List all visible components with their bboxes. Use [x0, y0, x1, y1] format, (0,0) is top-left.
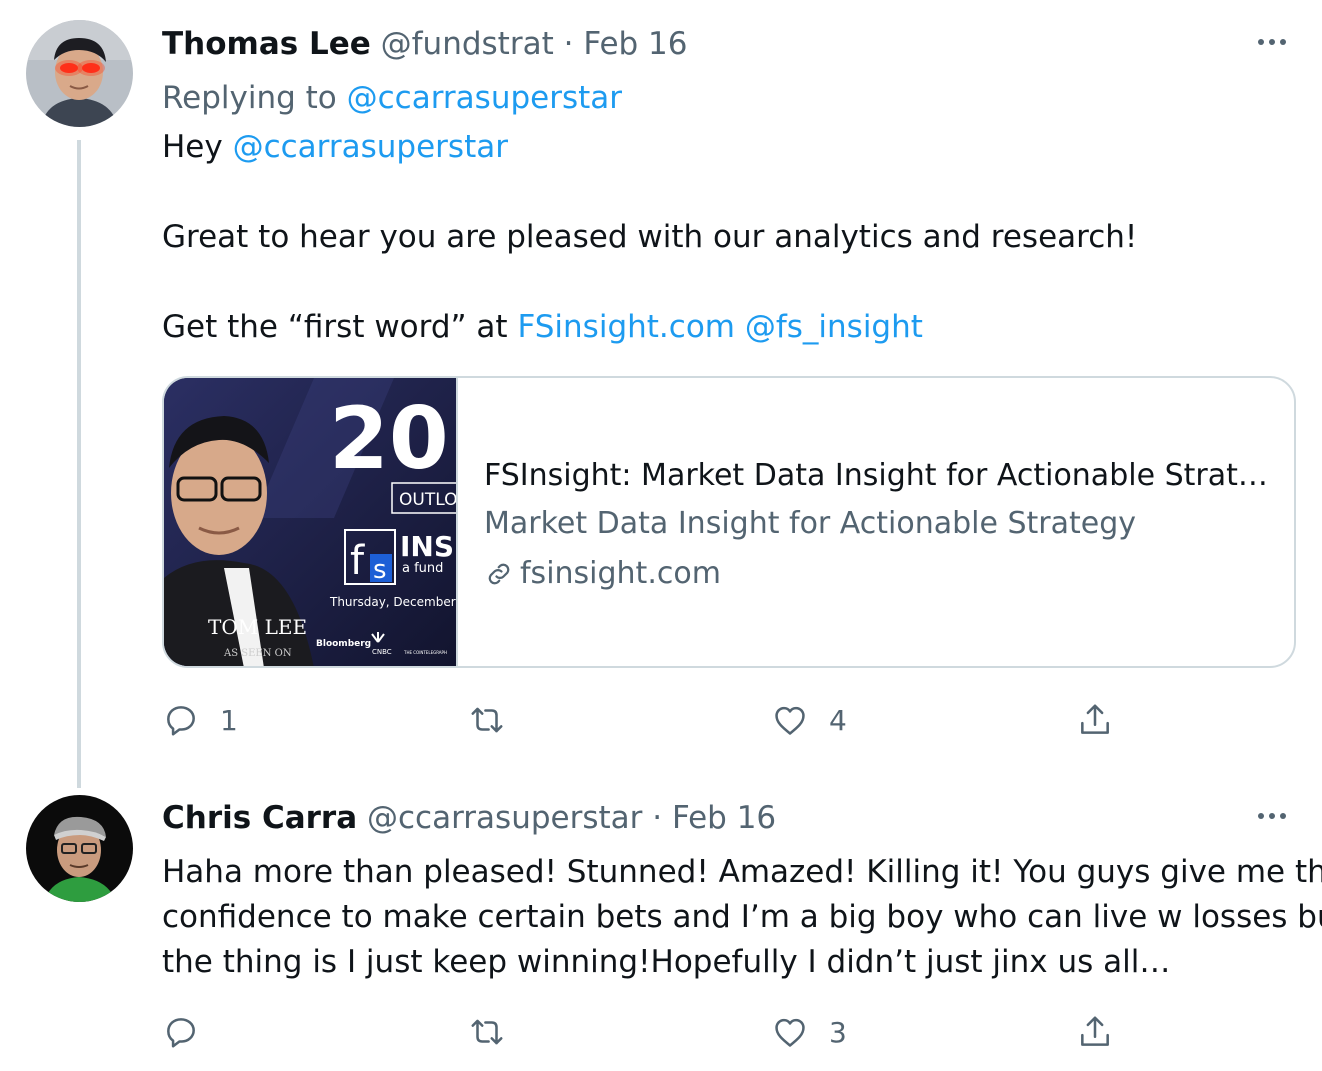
tweet-chris-carra[interactable]: Chris Carra @ccarrasuperstar · Feb 16 Ha… — [0, 770, 1322, 1071]
mention-link[interactable]: @fs_insight — [745, 309, 923, 345]
tweet-header: Chris Carra @ccarrasuperstar · Feb 16 — [162, 796, 776, 840]
replying-handle-link[interactable]: @ccarrasuperstar — [347, 80, 622, 116]
retweet-button[interactable] — [468, 1010, 526, 1054]
card-domain: fsinsight.com — [484, 549, 1284, 599]
tweet-text-line: Get the “first word” at FSinsight.com @f… — [162, 305, 923, 350]
tweet-text-line: the thing is I just keep winning!Hopeful… — [162, 944, 1171, 980]
tweet-header: Thomas Lee @fundstrat · Feb 16 — [162, 22, 688, 66]
card-domain-text: fsinsight.com — [520, 556, 721, 591]
tweet-text-line: Haha more than pleased! Stunned! Amazed!… — [162, 854, 1322, 890]
svg-text:s: s — [373, 555, 387, 585]
card-divider — [456, 378, 458, 666]
more-icon[interactable] — [1250, 32, 1294, 52]
separator-dot: · — [652, 800, 663, 836]
mention-link[interactable]: @ccarrasuperstar — [233, 129, 508, 165]
like-icon — [775, 706, 805, 735]
tweet-date[interactable]: Feb 16 — [583, 26, 687, 62]
card-image: 20 OUTLO f s INS a fund Thursday, Decemb… — [164, 378, 456, 666]
share-button[interactable] — [1076, 1010, 1114, 1054]
retweet-icon — [471, 707, 503, 733]
website-link[interactable]: FSinsight.com — [517, 309, 735, 345]
svg-text:f: f — [350, 538, 365, 584]
reply-button[interactable] — [162, 1010, 220, 1054]
tweet-thomas-lee[interactable]: Thomas Lee @fundstrat · Feb 16 Replying … — [0, 0, 1322, 788]
author-name[interactable]: Thomas Lee — [162, 26, 371, 62]
like-button[interactable]: 4 — [771, 698, 847, 742]
author-handle[interactable]: @ccarrasuperstar — [367, 800, 642, 836]
card-text: FSInsight: Market Data Insight for Actio… — [484, 453, 1284, 599]
card-image-media2: CNBC — [372, 648, 392, 656]
card-image-media1: Bloomberg — [316, 639, 371, 649]
avatar[interactable] — [26, 20, 133, 127]
author-handle[interactable]: @fundstrat — [381, 26, 554, 62]
link-card[interactable]: 20 OUTLO f s INS a fund Thursday, Decemb… — [162, 376, 1296, 668]
replying-to: Replying to @ccarrasuperstar — [162, 76, 622, 120]
thread-line — [77, 140, 81, 788]
tweet-text-line: Hey @ccarrasuperstar — [162, 125, 508, 170]
like-button[interactable]: 3 — [771, 1010, 847, 1054]
avatar-image — [26, 795, 133, 902]
card-image-big-number: 20 — [329, 389, 449, 489]
more-icon[interactable] — [1250, 806, 1294, 826]
like-icon — [775, 1018, 805, 1047]
share-button[interactable] — [1076, 698, 1114, 742]
tweet-text-line: confidence to make certain bets and I’m … — [162, 899, 1322, 935]
tweet-text: Haha more than pleased! Stunned! Amazed!… — [162, 850, 1322, 985]
retweet-icon — [471, 1019, 503, 1045]
card-image-person: TOM LEE — [208, 615, 307, 639]
card-image-seen-on: AS SEEN ON — [223, 648, 292, 659]
card-image-date: Thursday, December — [329, 595, 456, 609]
share-icon — [1081, 704, 1109, 734]
card-title[interactable]: FSInsight: Market Data Insight for Actio… — [484, 453, 1284, 499]
retweet-button[interactable] — [468, 698, 526, 742]
tweet-actions: 3 — [162, 1010, 1162, 1054]
tweet-date[interactable]: Feb 16 — [672, 800, 776, 836]
author-name[interactable]: Chris Carra — [162, 800, 357, 836]
reply-count: 1 — [220, 703, 238, 737]
replying-label: Replying to — [162, 80, 337, 116]
share-icon — [1081, 1016, 1109, 1046]
separator-dot: · — [563, 26, 574, 62]
card-image-brand: INS — [400, 530, 454, 563]
reply-icon — [167, 1018, 195, 1048]
card-image-outlook: OUTLO — [399, 490, 456, 510]
card-description: Market Data Insight for Actionable Strat… — [484, 506, 1137, 541]
avatar-image — [26, 20, 133, 127]
text-segment: Hey — [162, 129, 223, 165]
reply-icon — [167, 706, 195, 736]
link-icon — [488, 563, 510, 585]
card-image-media3: THE COINTELEGRAPH — [403, 650, 447, 655]
card-image-brand-sub: a fund — [402, 561, 443, 576]
tweet-text-line: Great to hear you are pleased with our a… — [162, 219, 1138, 255]
reply-button[interactable]: 1 — [162, 698, 238, 742]
like-count: 3 — [829, 1015, 847, 1049]
text-segment: Get the “first word” at — [162, 309, 508, 345]
avatar[interactable] — [26, 795, 133, 902]
tweet-actions: 1 4 — [162, 698, 1162, 742]
like-count: 4 — [829, 703, 847, 737]
